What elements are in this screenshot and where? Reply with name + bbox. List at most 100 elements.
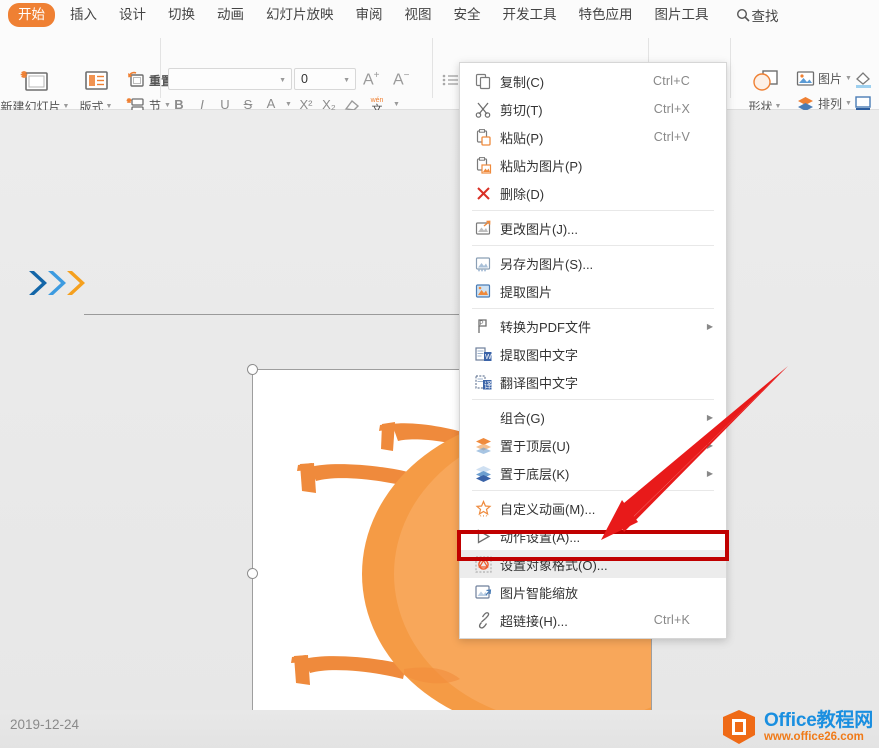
context-menu-item-label: 更改图片(J)... bbox=[500, 219, 578, 238]
layout-icon bbox=[68, 64, 124, 98]
context-menu-separator bbox=[472, 210, 714, 211]
context-menu-item-6[interactable]: 另存为图片(S)... bbox=[460, 249, 726, 277]
ribbon-tab-8[interactable]: 安全 bbox=[443, 3, 492, 27]
context-menu-item-label: 翻译图中文字 bbox=[500, 373, 578, 392]
context-menu-item-4[interactable]: 删除(D) bbox=[460, 179, 726, 207]
layout-button[interactable]: 版式 ▼ bbox=[68, 64, 124, 115]
text-color-label: A bbox=[267, 96, 276, 111]
context-menu-item-10[interactable]: 译翻译图中文字 bbox=[460, 368, 726, 396]
fill-color-icon bbox=[854, 70, 874, 88]
shrink-font-button[interactable]: A− bbox=[393, 70, 410, 89]
context-menu-item-7[interactable]: 提取图片 bbox=[460, 277, 726, 305]
ribbon-tab-11[interactable]: 图片工具 bbox=[644, 3, 720, 27]
ribbon-tab-2[interactable]: 设计 bbox=[108, 3, 157, 27]
context-menu-item-shortcut: Ctrl+K bbox=[654, 613, 690, 627]
picture-button[interactable]: 图片 ▼ bbox=[796, 70, 852, 87]
watermark-url: www.office26.com bbox=[764, 731, 873, 744]
ribbon-tab-1[interactable]: 插入 bbox=[59, 3, 108, 27]
context-menu-separator bbox=[472, 490, 714, 491]
resize-handle-top-left[interactable] bbox=[247, 364, 258, 375]
slide-work-area[interactable]: 裁剪旋转 ▼预览 bbox=[0, 110, 879, 710]
context-menu-item-13[interactable]: 置于底层(K)▶ bbox=[460, 459, 726, 487]
find-label: 查找 bbox=[752, 5, 779, 25]
submenu-arrow-icon: ▶ bbox=[707, 322, 713, 331]
context-menu-item-16[interactable]: 设置对象格式(O)... bbox=[460, 550, 726, 578]
new-slide-button[interactable]: 新建幻灯片 ▼ bbox=[2, 64, 68, 115]
slide-date-label: 2019-12-24 bbox=[10, 717, 79, 732]
context-menu-item-label: 设置对象格式(O)... bbox=[500, 555, 608, 574]
context-menu-item-8[interactable]: P 转换为PDF文件 ▶ bbox=[460, 312, 726, 340]
context-menu-item-17[interactable]: 图片智能缩放 bbox=[460, 578, 726, 606]
grow-font-button[interactable]: A+ bbox=[363, 70, 380, 89]
context-menu-item-12[interactable]: 置于顶层(U)▶ bbox=[460, 431, 726, 459]
custom-animation-icon bbox=[470, 498, 496, 518]
context-menu-item-label: 剪切(T) bbox=[500, 100, 543, 119]
chevron-down-icon[interactable]: ▼ bbox=[279, 77, 286, 84]
context-menu[interactable]: 复制(C)Ctrl+C 剪切(T) Ctrl+X 粘贴(P)Ctrl+V粘贴为图片(P… bbox=[459, 62, 727, 639]
context-menu-item-1[interactable]: 剪切(T) Ctrl+X bbox=[460, 95, 726, 123]
context-menu-item-0[interactable]: 复制(C)Ctrl+C bbox=[460, 67, 726, 95]
shape-button[interactable]: 形状 ▼ bbox=[738, 64, 792, 115]
context-menu-item-shortcut: Ctrl+C bbox=[653, 74, 690, 88]
context-menu-item-3[interactable]: 粘贴为图片(P) bbox=[460, 151, 726, 179]
context-menu-item-label: 转换为PDF文件 bbox=[500, 317, 591, 336]
chevron-down-icon[interactable]: ▼ bbox=[106, 103, 113, 110]
font-size-input[interactable]: 0 ▼ bbox=[294, 68, 356, 90]
context-menu-item-11[interactable]: 组合(G)▶ bbox=[460, 403, 726, 431]
context-menu-item-5[interactable]: 更改图片(J)... bbox=[460, 214, 726, 242]
resize-handle-middle-left[interactable] bbox=[247, 568, 258, 579]
chevron-down-icon: ▼ bbox=[393, 101, 400, 108]
context-menu-item-2[interactable]: 粘贴(P)Ctrl+V bbox=[460, 123, 726, 151]
convert-pdf-icon: P bbox=[470, 316, 496, 336]
find-button[interactable]: 查找 bbox=[736, 5, 779, 25]
context-menu-item-14[interactable]: 自定义动画(M)... bbox=[460, 494, 726, 522]
chevron-down-icon[interactable]: ▼ bbox=[775, 103, 782, 110]
slide-canvas[interactable]: 裁剪旋转 ▼预览 bbox=[0, 110, 879, 710]
fill-color-button[interactable] bbox=[854, 70, 874, 93]
watermark: Office教程网 www.office26.com bbox=[719, 708, 873, 746]
paste-as-picture-icon bbox=[470, 155, 496, 175]
ribbon-tab-4[interactable]: 动画 bbox=[206, 3, 255, 27]
chevron-down-icon[interactable]: ▼ bbox=[845, 75, 852, 82]
save-as-picture-icon bbox=[470, 253, 496, 273]
paste-icon bbox=[470, 127, 496, 147]
new-slide-icon bbox=[2, 64, 68, 98]
context-menu-item-label: 超链接(H)... bbox=[500, 611, 568, 630]
action-settings-icon bbox=[470, 526, 496, 546]
font-name-input[interactable]: ▼ bbox=[168, 68, 292, 90]
ribbon-tab-7[interactable]: 视图 bbox=[394, 3, 443, 27]
context-menu-item-15[interactable]: 动作设置(A)... bbox=[460, 522, 726, 550]
ribbon-tab-9[interactable]: 开发工具 bbox=[492, 3, 568, 27]
picture-label: 图片 bbox=[818, 70, 842, 87]
group-icon bbox=[470, 407, 496, 427]
context-menu-item-label: 图片智能缩放 bbox=[500, 583, 578, 602]
font-size-value: 0 bbox=[295, 72, 308, 86]
delete-icon bbox=[470, 183, 496, 203]
group-divider bbox=[432, 38, 433, 98]
context-menu-item-label: 自定义动画(M)... bbox=[500, 499, 595, 518]
context-menu-item-label: 置于顶层(U) bbox=[500, 436, 570, 455]
chevron-down-icon: ▼ bbox=[285, 101, 292, 108]
copy-icon bbox=[470, 71, 496, 91]
ribbon-tab-6[interactable]: 审阅 bbox=[345, 3, 394, 27]
reset-button[interactable]: 重置 bbox=[126, 70, 173, 90]
context-menu-separator bbox=[472, 245, 714, 246]
ribbon-tab-5[interactable]: 幻灯片放映 bbox=[255, 3, 345, 27]
context-menu-item-label: 组合(G) bbox=[500, 408, 545, 427]
chevron-down-icon[interactable]: ▼ bbox=[343, 77, 350, 84]
context-menu-item-9[interactable]: W提取图中文字 bbox=[460, 340, 726, 368]
context-menu-item-shortcut: Ctrl+X bbox=[654, 102, 690, 116]
ribbon-tab-3[interactable]: 切换 bbox=[157, 3, 206, 27]
context-menu-item-18[interactable]: 超链接(H)... Ctrl+K bbox=[460, 606, 726, 634]
ribbon-tab-0[interactable]: 开始 bbox=[8, 3, 55, 27]
context-menu-item-label: 置于底层(K) bbox=[500, 464, 569, 483]
context-menu-separator bbox=[472, 308, 714, 309]
office-logo-icon bbox=[719, 708, 759, 746]
ribbon-tab-bar: 开始插入设计切换动画幻灯片放映审阅视图安全开发工具特色应用图片工具 查找 bbox=[0, 0, 879, 30]
chevron-down-icon[interactable]: ▼ bbox=[845, 100, 852, 107]
hyperlink-icon bbox=[470, 610, 496, 630]
context-menu-item-label: 删除(D) bbox=[500, 184, 544, 203]
svg-text:P: P bbox=[479, 321, 483, 327]
context-menu-item-label: 另存为图片(S)... bbox=[500, 254, 593, 273]
ribbon-tab-10[interactable]: 特色应用 bbox=[568, 3, 644, 27]
